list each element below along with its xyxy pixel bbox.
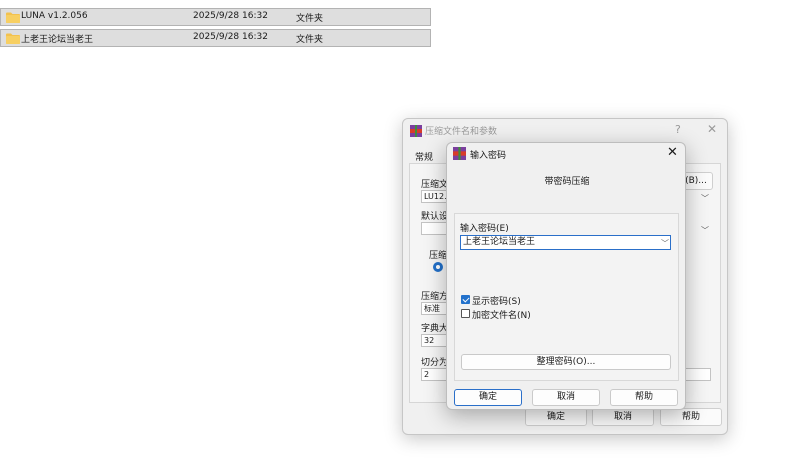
file-date: 2025/9/28 16:32 (193, 32, 268, 42)
cancel-button[interactable]: 取消 (532, 389, 600, 406)
help-button[interactable]: 帮助 (610, 389, 678, 406)
split-unit-field[interactable] (683, 368, 711, 381)
password-label: 输入密码(E) (460, 224, 509, 234)
folder-icon (6, 33, 20, 44)
dialog-title: 压缩文件名和参数 (425, 127, 498, 137)
close-icon[interactable]: ✕ (667, 145, 678, 160)
file-name: 上老王论坛当老王 (21, 35, 94, 45)
chevron-down-icon[interactable]: ﹀ (661, 238, 669, 249)
encrypt-names-checkbox[interactable] (461, 309, 470, 318)
dialog-title: 输入密码 (470, 151, 507, 161)
tab-general[interactable]: 常规 (415, 150, 433, 163)
help-button[interactable]: 帮助 (660, 408, 722, 426)
help-icon[interactable]: ? (675, 123, 681, 136)
chevron-down-icon[interactable]: ﹀ (701, 225, 709, 236)
password-dialog: 输入密码 ✕ 带密码压缩 输入密码(E) 上老王论坛当老王 ﹀ 显示密码(S) … (446, 142, 686, 410)
file-name: LUNA v1.2.056 (21, 11, 88, 21)
method-label: 压缩方 (421, 292, 449, 302)
file-row-luna[interactable]: LUNA v1.2.056 2025/9/28 16:32 文件夹 (0, 8, 431, 26)
cancel-button[interactable]: 取消 (592, 408, 654, 426)
default-profile-label: 默认设 (421, 212, 449, 222)
format-label: 压缩 (429, 251, 448, 261)
split-label: 切分为 (421, 358, 449, 368)
organize-passwords-button[interactable]: 整理密码(O)... (461, 354, 671, 370)
ok-button[interactable]: 确定 (525, 408, 587, 426)
chevron-down-icon[interactable]: ﹀ (701, 193, 709, 204)
ok-button[interactable]: 确定 (454, 389, 522, 406)
dict-label: 字典大 (421, 324, 449, 334)
file-date: 2025/9/28 16:32 (193, 11, 268, 21)
winrar-icon (410, 125, 422, 137)
folder-icon (6, 12, 20, 23)
close-icon[interactable]: ✕ (707, 122, 717, 136)
archive-name-label: 压缩文 (421, 180, 449, 190)
file-row-forum[interactable]: 上老王论坛当老王 2025/9/28 16:32 文件夹 (0, 29, 431, 47)
show-password-checkbox[interactable] (461, 295, 470, 304)
show-password-label[interactable]: 显示密码(S) (472, 294, 521, 307)
winrar-icon (453, 147, 466, 160)
encrypt-names-label[interactable]: 加密文件名(N) (472, 308, 531, 321)
format-radio[interactable] (433, 262, 443, 272)
file-type: 文件夹 (296, 35, 324, 45)
dialog-heading: 带密码压缩 (544, 177, 590, 187)
password-input[interactable]: 上老王论坛当老王 (460, 235, 671, 250)
file-type: 文件夹 (296, 14, 324, 24)
